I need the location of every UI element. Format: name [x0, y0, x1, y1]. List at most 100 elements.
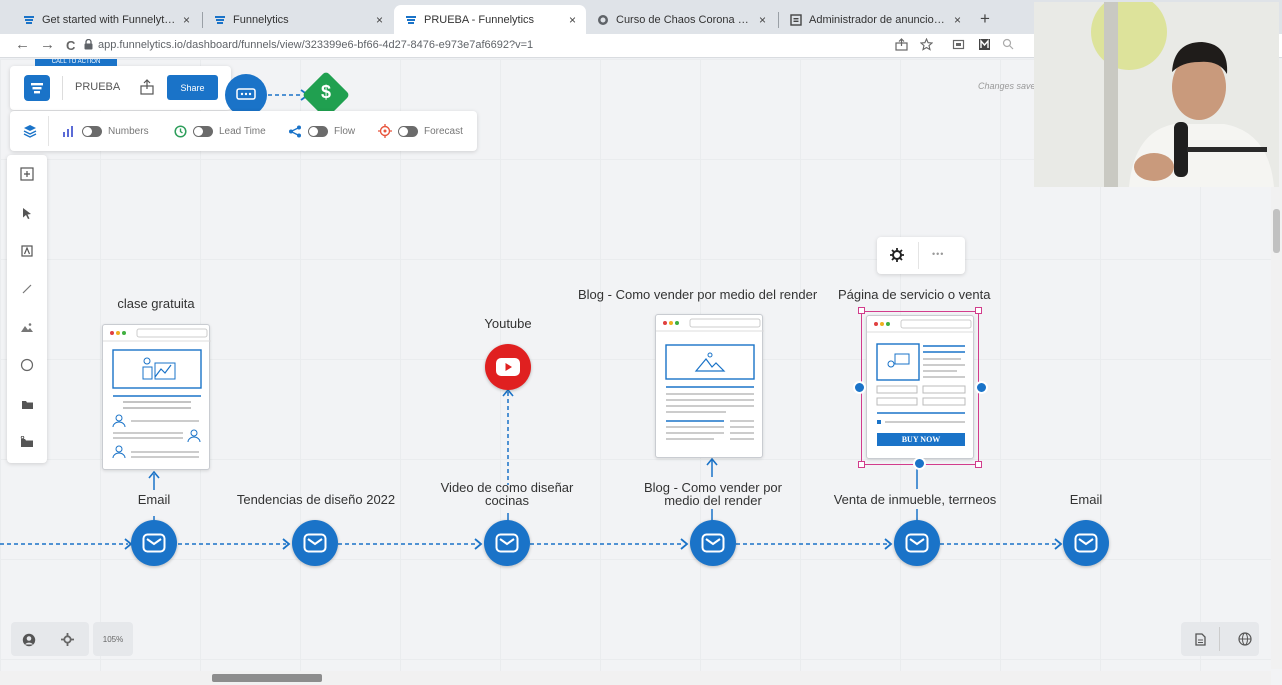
tab-ads-manager[interactable]: Administrador de anuncios - Adr × — [779, 5, 971, 34]
lock-icon[interactable] — [84, 39, 93, 50]
toggle-switch[interactable] — [82, 125, 102, 137]
toggle-flow[interactable]: Flow — [288, 121, 355, 141]
shape-tool[interactable] — [5, 346, 49, 384]
tab-get-started[interactable]: Get started with Funnelytics™ × — [12, 5, 200, 34]
resize-handle[interactable] — [858, 461, 865, 468]
text-tool[interactable] — [5, 232, 49, 270]
close-icon[interactable]: × — [569, 13, 576, 27]
toolbar-divider — [48, 116, 49, 146]
node-label-clase-gratuita[interactable]: clase gratuita — [100, 297, 212, 310]
funnelytics-favicon-icon — [22, 13, 35, 26]
new-tab-button[interactable]: + — [975, 9, 995, 29]
bottom-right-toolbar — [1181, 622, 1259, 656]
email-label[interactable]: Email — [1046, 493, 1126, 506]
extension-icon[interactable] — [950, 38, 966, 54]
funnelytics-favicon-icon — [404, 13, 417, 26]
page-node-venta[interactable]: BUY NOW — [866, 315, 975, 459]
more-options-icon[interactable]: ••• — [932, 249, 944, 259]
email-node[interactable] — [690, 520, 736, 566]
url-input[interactable]: app.funnelytics.io/dashboard/funnels/vie… — [98, 39, 533, 51]
toggle-forecast[interactable]: Forecast — [378, 121, 463, 141]
export-icon[interactable] — [140, 79, 154, 95]
settings-icon[interactable] — [61, 633, 74, 646]
email-node[interactable] — [894, 520, 940, 566]
email-label[interactable]: Blog - Como vender por medio del render — [628, 481, 798, 507]
pointer-icon — [23, 207, 31, 219]
email-label[interactable]: Venta de inmueble, terrneos — [822, 493, 1008, 506]
forward-button[interactable]: → — [40, 36, 55, 53]
funnelytics-logo-icon[interactable] — [24, 75, 50, 101]
email-node[interactable] — [292, 520, 338, 566]
share-icon — [289, 125, 301, 137]
toggle-switch[interactable] — [308, 125, 328, 137]
globe-icon[interactable] — [1238, 632, 1252, 646]
envelope-icon — [905, 533, 929, 553]
horizontal-scrollbar[interactable] — [0, 671, 1271, 685]
node-label-youtube[interactable]: Youtube — [462, 317, 554, 330]
toolbar-divider — [62, 76, 63, 100]
envelope-icon — [701, 533, 725, 553]
close-icon[interactable]: × — [183, 13, 190, 27]
close-icon[interactable]: × — [376, 13, 383, 27]
select-tool[interactable] — [5, 194, 49, 232]
share-button[interactable]: Share — [167, 75, 218, 100]
funnel-name[interactable]: PRUEBA — [75, 81, 120, 93]
toggle-switch[interactable] — [193, 125, 213, 137]
folder-settings-tool[interactable] — [5, 423, 49, 461]
envelope-icon — [1074, 533, 1098, 553]
reload-button[interactable]: C — [66, 38, 75, 53]
tab-funnelytics[interactable]: Funnelytics × — [203, 5, 393, 34]
connection-handle-bottom[interactable] — [913, 457, 926, 470]
presenter-video — [1034, 2, 1279, 187]
email-node[interactable] — [1063, 520, 1109, 566]
plus-square-icon — [20, 167, 34, 181]
document-icon[interactable] — [1195, 633, 1206, 646]
menu-divider — [918, 242, 919, 269]
horizontal-scrollbar-thumb[interactable] — [212, 674, 322, 682]
resize-handle[interactable] — [858, 307, 865, 314]
resize-handle[interactable] — [975, 461, 982, 468]
email-label[interactable]: Tendencias de diseño 2022 — [228, 493, 404, 506]
toolbar-divider — [1219, 627, 1220, 651]
line-tool[interactable] — [5, 270, 49, 308]
chat-node[interactable] — [225, 74, 267, 116]
toggle-switch[interactable] — [398, 125, 418, 137]
node-label-venta[interactable]: Página de servicio o venta — [838, 288, 1004, 301]
user-icon[interactable] — [22, 633, 36, 647]
resize-handle[interactable] — [975, 307, 982, 314]
toggle-lead-time[interactable]: Lead Time — [174, 121, 266, 141]
globe-favicon-icon — [596, 13, 609, 26]
email-node[interactable] — [131, 520, 177, 566]
share-page-icon[interactable] — [893, 38, 909, 54]
page-node-blog[interactable] — [655, 314, 764, 458]
email-node[interactable] — [484, 520, 530, 566]
webcam-overlay — [1034, 2, 1279, 187]
email-label[interactable]: Video de como diseñar cocinas — [428, 481, 586, 507]
layers-icon[interactable] — [23, 124, 37, 138]
vertical-scrollbar-thumb[interactable] — [1273, 209, 1280, 253]
toggle-numbers[interactable]: Numbers — [62, 121, 149, 141]
extension-search-icon[interactable] — [1000, 38, 1016, 54]
tab-prueba[interactable]: PRUEBA - Funnelytics × — [394, 5, 586, 34]
youtube-node[interactable] — [485, 344, 531, 390]
toggle-label: Forecast — [424, 125, 463, 137]
email-label[interactable]: Email — [104, 493, 204, 506]
clock-icon — [174, 124, 187, 138]
ads-favicon-icon — [789, 13, 802, 26]
page-node-clase-gratuita[interactable] — [102, 324, 211, 470]
zoom-level[interactable]: 105% — [93, 622, 133, 656]
connection-handle-right[interactable] — [975, 381, 988, 394]
tool-palette — [7, 155, 47, 463]
extension-m-icon[interactable] — [976, 38, 992, 54]
bookmark-star-icon[interactable] — [918, 37, 934, 54]
node-label-blog[interactable]: Blog - Como vender por medio del render — [578, 288, 840, 301]
tab-chaos-corona[interactable]: Curso de Chaos Corona render de × — [586, 5, 776, 34]
image-tool[interactable] — [5, 308, 49, 346]
back-button[interactable]: ← — [15, 36, 30, 53]
close-icon[interactable]: × — [759, 13, 766, 27]
add-element-tool[interactable] — [5, 155, 49, 193]
gear-icon[interactable] — [890, 248, 904, 262]
connection-handle-left[interactable] — [853, 381, 866, 394]
folder-tool[interactable] — [5, 385, 49, 423]
close-icon[interactable]: × — [954, 13, 961, 27]
